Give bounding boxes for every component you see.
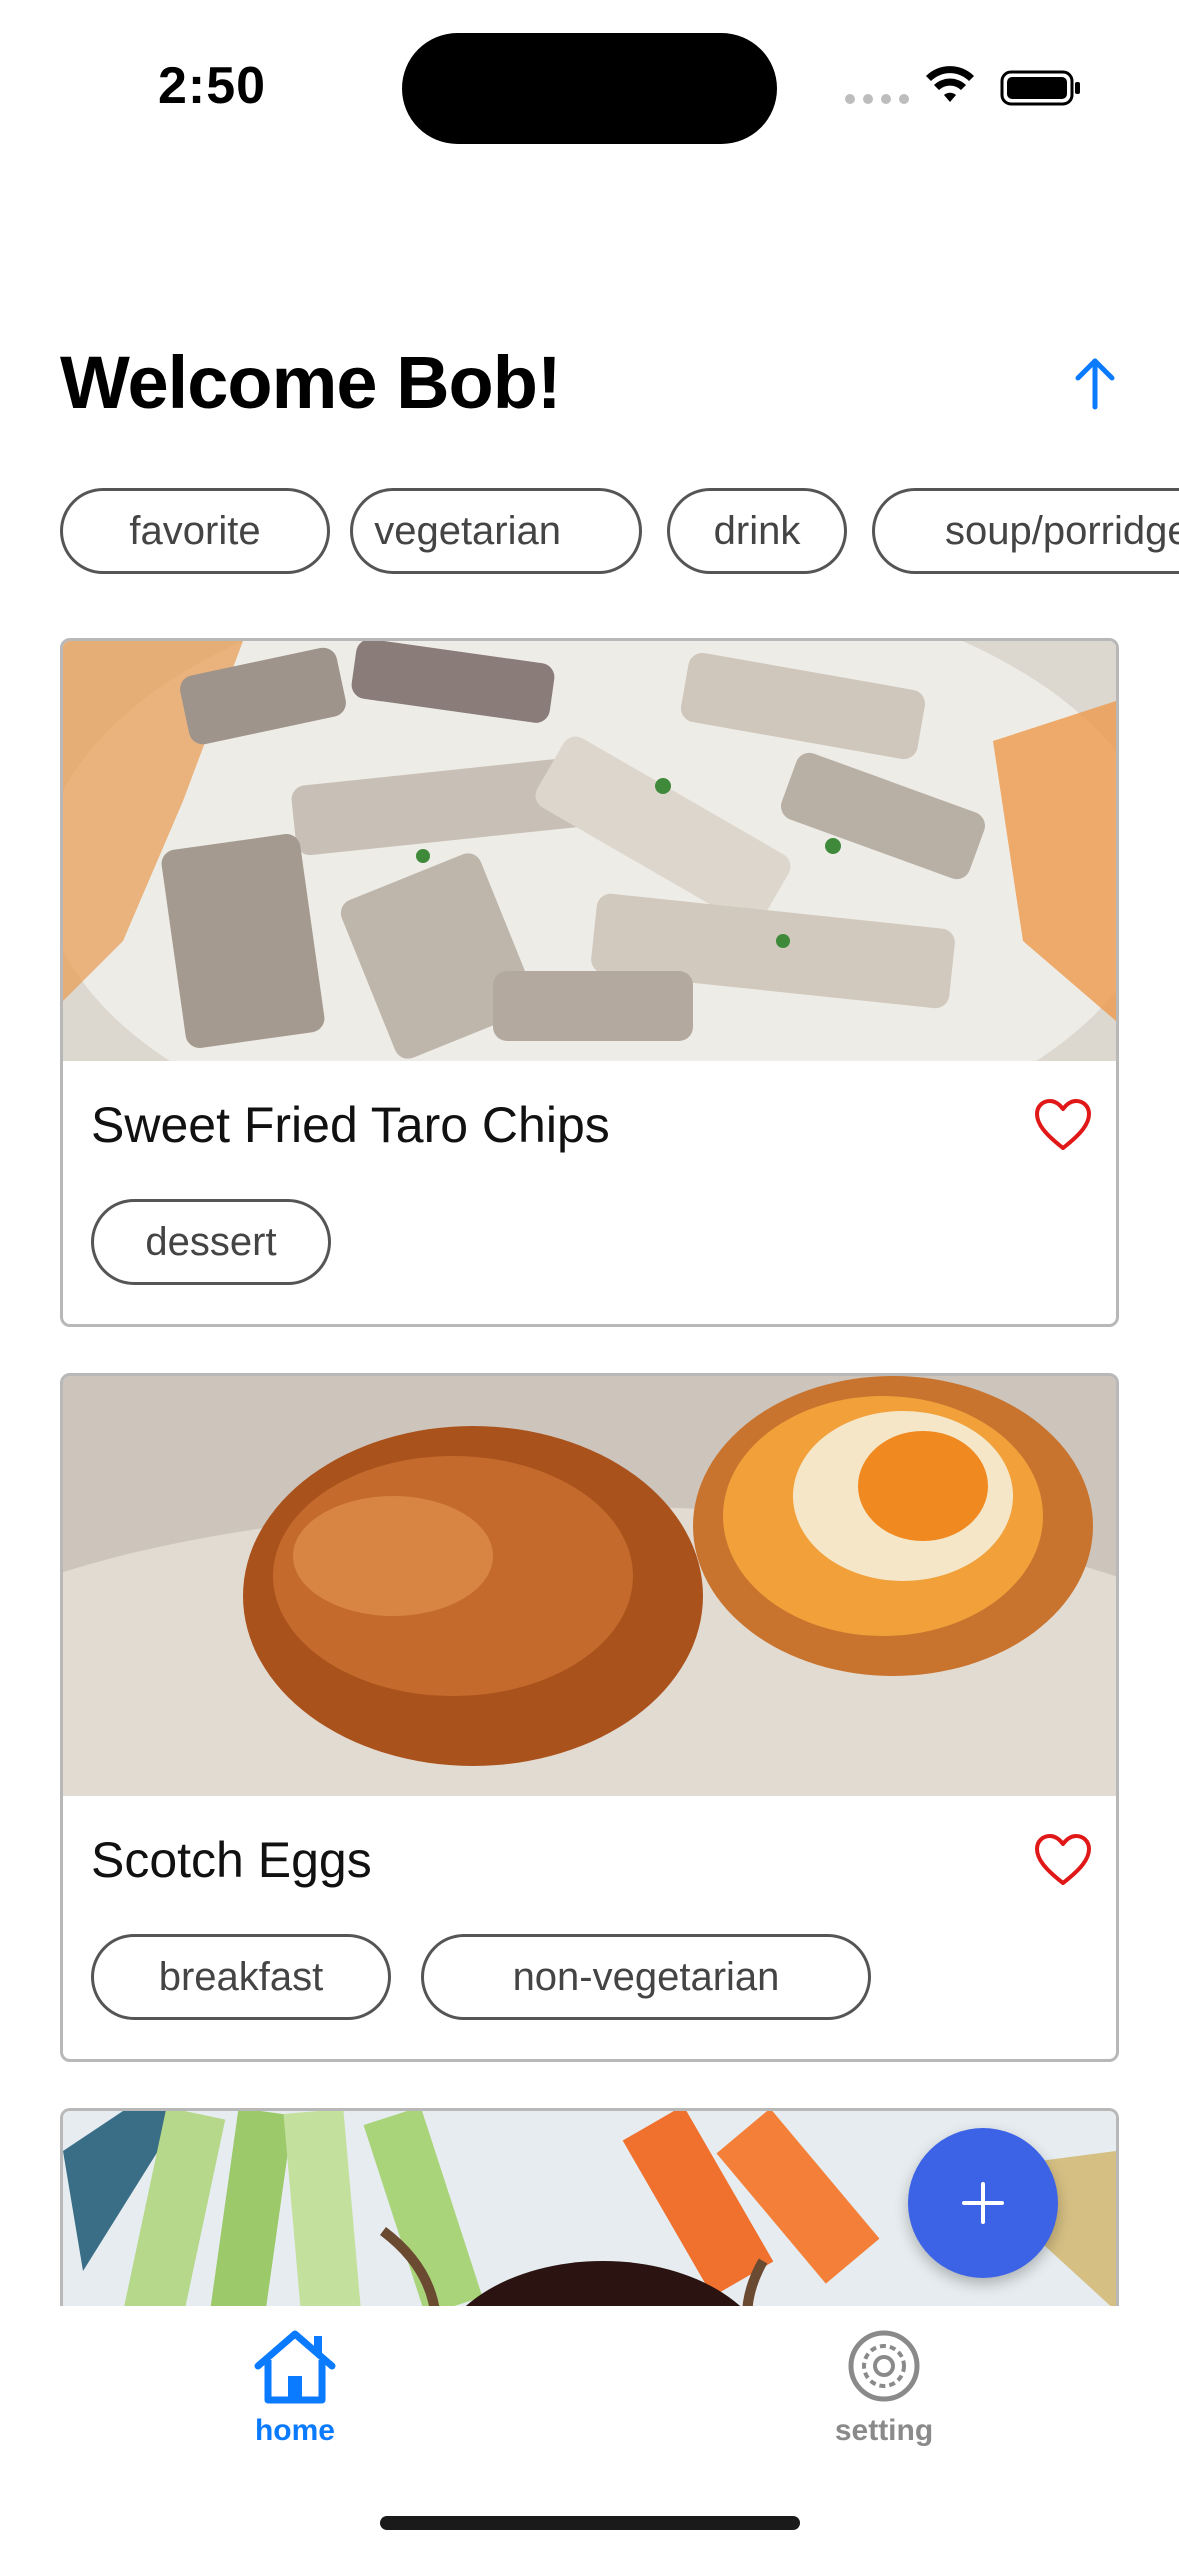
recipe-name: Scotch Eggs xyxy=(91,1832,372,1888)
wifi-icon xyxy=(926,66,974,102)
tab-label: setting xyxy=(834,2414,934,2447)
recipe-tag[interactable]: non-vegetarian xyxy=(421,1934,871,2020)
battery-icon xyxy=(1000,70,1080,106)
add-recipe-button[interactable] xyxy=(908,2128,1058,2278)
filter-chip-soup-porridge[interactable]: soup/porridge xyxy=(872,488,1179,574)
gear-icon xyxy=(848,2330,920,2402)
recipe-tag[interactable]: breakfast xyxy=(91,1934,391,2020)
status-time: 2:50 xyxy=(158,57,267,115)
recipe-photo xyxy=(63,1376,1116,1796)
tab-setting[interactable]: setting xyxy=(774,2326,994,2496)
recipe-tag[interactable]: dessert xyxy=(91,1199,331,1285)
filter-chip-drink[interactable]: drink xyxy=(667,488,847,574)
recipe-card[interactable]: Scotch Eggs breakfast non-vegetarian xyxy=(60,1373,1119,2062)
page-title: Welcome Bob! xyxy=(60,341,562,424)
tab-label: home xyxy=(254,2414,335,2447)
plus-icon xyxy=(962,2182,1004,2224)
tab-home[interactable]: home xyxy=(185,2326,405,2496)
heart-icon[interactable] xyxy=(1033,1831,1093,1891)
filter-chip-vegetarian[interactable]: vegetarian xyxy=(350,488,642,574)
cellular-signal-icon xyxy=(845,94,909,104)
heart-icon[interactable] xyxy=(1033,1096,1093,1156)
filter-chip-favorite[interactable]: favorite xyxy=(60,488,330,574)
dynamic-island xyxy=(402,33,777,144)
house-icon xyxy=(254,2330,336,2404)
recipe-name: Sweet Fried Taro Chips xyxy=(91,1097,610,1153)
recipe-photo xyxy=(63,641,1116,1061)
home-indicator xyxy=(380,2516,800,2530)
arrow-up-icon[interactable] xyxy=(1065,355,1125,415)
recipe-card[interactable]: Sweet Fried Taro Chips dessert xyxy=(60,638,1119,1327)
filter-chips: favorite vegetarian drink soup/porridge xyxy=(0,488,1179,578)
